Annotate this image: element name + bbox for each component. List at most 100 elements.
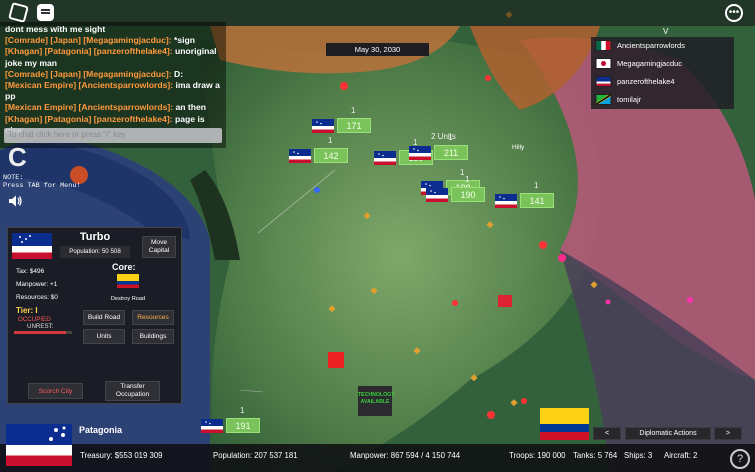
chat-message: *sign bbox=[171, 35, 196, 46]
c-indicator: C bbox=[8, 142, 27, 172]
chat-line: [Comrade] [Japan] [Megagamingjacduc]: D: bbox=[5, 69, 221, 80]
army-count-label: 1 bbox=[240, 406, 245, 415]
army-flag-icon bbox=[289, 149, 311, 163]
chat-input[interactable]: To chat click here or press "/" key bbox=[4, 128, 222, 143]
troops-stat: Troops: 190 000 bbox=[509, 451, 566, 460]
army-count-label: 1 bbox=[465, 175, 470, 184]
help-icon[interactable]: ? bbox=[730, 449, 750, 469]
army-size-label: 141 bbox=[520, 193, 554, 208]
player-list-toggle[interactable]: V bbox=[663, 27, 668, 36]
player-list: Ancientsparrowlords Megagamingjacduc panze… bbox=[591, 37, 734, 109]
player-name: Megagamingjacduc bbox=[617, 59, 683, 68]
chat-message: D: bbox=[171, 68, 184, 79]
army-size-label: 142 bbox=[314, 148, 348, 163]
game-date: May 30, 2030 bbox=[326, 43, 429, 56]
tier-label: Tier: I bbox=[16, 306, 38, 315]
selected-nation-flag[interactable] bbox=[540, 408, 589, 440]
army-count-label: 1 bbox=[328, 136, 333, 145]
resources-button[interactable]: Resources bbox=[132, 310, 174, 325]
population-stat: Population: 207 537 181 bbox=[213, 451, 298, 460]
units-button[interactable]: Units bbox=[83, 329, 125, 344]
army-flag-icon bbox=[312, 119, 334, 133]
note-text: NOTE: Press TAB for Menu! bbox=[3, 174, 81, 191]
province-stats: Tax: $496 Manpower: +1 Resources: $0 bbox=[16, 265, 58, 304]
player-flag bbox=[595, 76, 612, 87]
chat-message: ima draw a bbox=[173, 80, 220, 91]
chat-message: dont mess with me sight bbox=[5, 24, 106, 34]
terrain-label: Hilly bbox=[512, 144, 525, 151]
transfer-occupation-button[interactable]: Transfer Occupation bbox=[105, 381, 160, 401]
chat-line: pp bbox=[5, 91, 221, 102]
player-row[interactable]: tomilajr bbox=[591, 91, 734, 109]
army-flag-icon bbox=[495, 194, 517, 208]
chat-speaker[interactable]: [Comrade] [Japan] [Megagamingjacduc]: bbox=[5, 35, 172, 45]
chat-line: joke my man bbox=[5, 58, 221, 69]
army-count-label: 1 bbox=[351, 106, 356, 115]
speaker-icon[interactable] bbox=[8, 194, 22, 208]
tanks-stat: Tanks: 5 764 bbox=[573, 451, 618, 460]
player-row[interactable]: Megagamingjacduc bbox=[591, 55, 734, 73]
country-flag[interactable] bbox=[6, 424, 72, 466]
diplomatic-actions-button[interactable]: Diplomatic Actions bbox=[625, 427, 711, 440]
ships-stat: Ships: 3 bbox=[624, 451, 653, 460]
province-population: Population: 50 508 bbox=[60, 246, 130, 258]
chat-message: pp bbox=[5, 91, 16, 102]
army-size-label: 191 bbox=[226, 418, 260, 433]
province-flag bbox=[12, 233, 52, 259]
technology-available-button[interactable]: TECHNOLOGY AVAILABLE bbox=[358, 386, 395, 416]
chat-speaker[interactable]: [Comrade] [Japan] [Megagamingjacduc]: bbox=[5, 69, 172, 79]
unrest-bar bbox=[14, 331, 72, 334]
chat-message: an then bbox=[173, 102, 207, 113]
core-flag bbox=[117, 274, 139, 288]
chat-line: [Comrade] [Japan] [Megagamingjacduc]: *s… bbox=[5, 35, 221, 46]
player-name: Ancientsparrowlords bbox=[617, 41, 685, 50]
army-flag-icon bbox=[374, 151, 396, 165]
chat-speaker[interactable]: [Khagan] [Patagonia] [panzerofthelake4]: bbox=[5, 46, 173, 56]
chat-speaker[interactable]: [Khagan] [Patagonia] [panzerofthelake4]: bbox=[5, 114, 173, 124]
player-row[interactable]: panzerofthelake4 bbox=[591, 73, 734, 91]
army-size-label: 190 bbox=[451, 187, 485, 202]
unrest-label: UNREST: bbox=[27, 323, 54, 330]
province-name: Turbo bbox=[79, 231, 111, 243]
two-units-label: 2 Units bbox=[431, 132, 456, 141]
country-name: Patagonia bbox=[79, 425, 123, 435]
army-count-label: 1 bbox=[460, 168, 465, 177]
aircraft-stat: Aircraft: 2 bbox=[664, 451, 698, 460]
occupied-label: OCCUPIED bbox=[18, 316, 51, 323]
player-name: tomilajr bbox=[617, 95, 642, 104]
chat-line: dont mess with me sight bbox=[5, 24, 221, 35]
resources-stat: Resources: $0 bbox=[16, 294, 58, 301]
prev-nation-button[interactable]: < bbox=[593, 427, 621, 440]
treasury-stat: Treasury: $553 019 309 bbox=[80, 451, 163, 460]
chat-line: [Mexican Empire] [Ancientsparrowlords]: … bbox=[5, 102, 221, 113]
chat-toggle-icon[interactable] bbox=[37, 4, 54, 21]
tax-stat: Tax: $496 bbox=[16, 268, 45, 275]
player-flag bbox=[595, 58, 612, 69]
manpower-stat: Manpower: +1 bbox=[16, 281, 58, 288]
chat-message: joke my man bbox=[5, 57, 58, 68]
chat-line: [Khagan] [Patagonia] [panzerofthelake4]:… bbox=[5, 46, 221, 57]
more-menu-icon[interactable]: ••• bbox=[725, 4, 743, 22]
player-row[interactable]: Ancientsparrowlords bbox=[591, 37, 734, 55]
manpower-stat: Manpower: 867 594 / 4 150 744 bbox=[350, 451, 461, 460]
next-nation-button[interactable]: > bbox=[714, 427, 742, 440]
army-flag-icon bbox=[201, 419, 223, 433]
destroy-road-button[interactable]: Destroy Road bbox=[104, 292, 152, 306]
army-flag-icon bbox=[409, 146, 431, 160]
player-flag bbox=[595, 94, 612, 105]
army-flag-icon bbox=[426, 188, 448, 202]
army-count-label: 1 bbox=[534, 181, 539, 190]
chat-speaker[interactable]: [Mexican Empire] [Ancientsparrowlords]: bbox=[5, 102, 173, 112]
scorch-city-button[interactable]: Scorch City bbox=[28, 383, 83, 399]
player-flag bbox=[595, 40, 612, 51]
build-road-button[interactable]: Build Road bbox=[83, 310, 125, 325]
core-label: Core: bbox=[112, 262, 136, 272]
chat-message: unoriginal bbox=[172, 46, 217, 57]
buildings-button[interactable]: Buildings bbox=[132, 329, 174, 344]
move-capital-button[interactable]: Move Capital bbox=[142, 236, 176, 258]
army-size-label: 211 bbox=[434, 145, 468, 160]
chat-line: [Mexican Empire] [Ancientsparrowlords]: … bbox=[5, 80, 221, 91]
army-size-label: 171 bbox=[337, 118, 371, 133]
player-name: panzerofthelake4 bbox=[617, 77, 675, 86]
chat-speaker[interactable]: [Mexican Empire] [Ancientsparrowlords]: bbox=[5, 80, 173, 90]
